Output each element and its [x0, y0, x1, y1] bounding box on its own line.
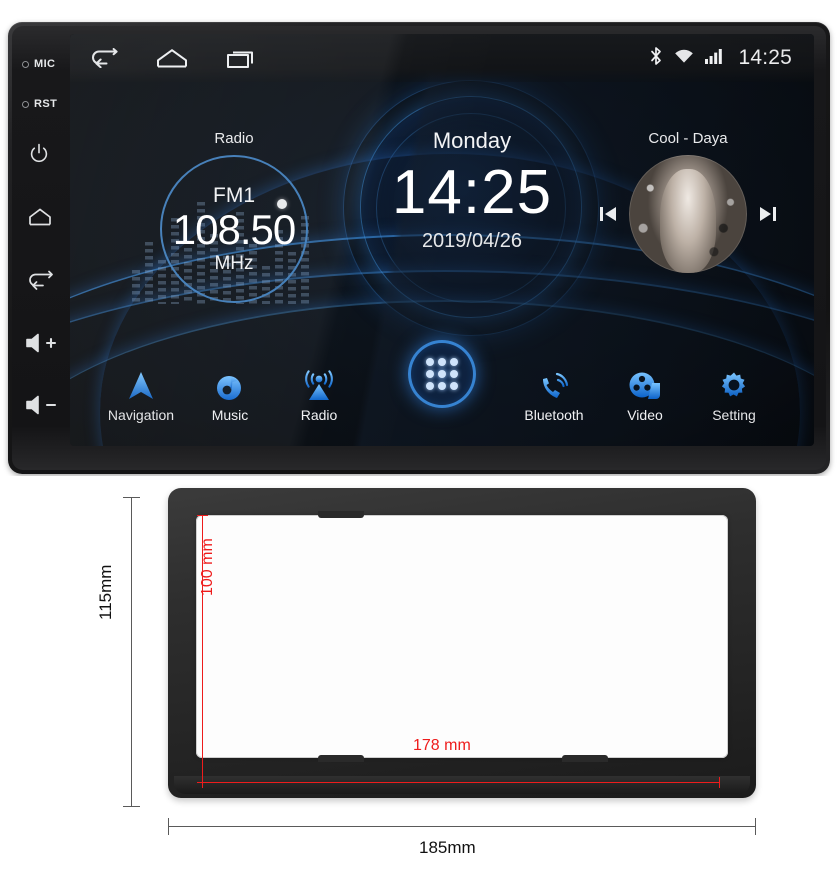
previous-track-icon[interactable] [597, 203, 619, 225]
apps-grid-dot [438, 370, 446, 378]
bezel-front-face [174, 776, 750, 794]
apps-grid-button[interactable] [408, 340, 476, 408]
back-arrow-icon[interactable] [88, 48, 118, 68]
reset-pinhole[interactable]: RST [22, 98, 76, 110]
radio-tuner-knob-icon[interactable] [277, 199, 287, 209]
music-controls-row [572, 155, 804, 273]
head-unit-device: MIC RST 14:25 Radio FM1 108.50 MHz Monda… [8, 22, 830, 474]
dock-item-setting[interactable]: Setting [687, 364, 781, 423]
apps-grid-dot [450, 358, 458, 366]
radio-widget[interactable]: Radio FM1 108.50 MHz [134, 130, 334, 303]
dimension-label-inner-width: 178 mm [413, 737, 471, 754]
volume-down-icon [25, 394, 59, 416]
dock-label-bluetooth: Bluetooth [524, 407, 584, 423]
dimension-label-outer-height: 115mm [96, 564, 115, 620]
music-widget[interactable]: Cool - Daya [572, 130, 804, 273]
dock-label-navigation: Navigation [107, 407, 175, 423]
dimension-line-outer-width [168, 818, 756, 835]
wifi-icon [674, 48, 694, 69]
dimension-line-inner-width [202, 777, 720, 788]
radio-antenna-icon [272, 364, 366, 402]
reset-pinhole-icon [22, 100, 29, 108]
dock-label-setting: Setting [712, 407, 756, 423]
home-pentagon-icon[interactable] [156, 48, 188, 69]
dock-label-music: Music [211, 407, 249, 423]
dock-label-radio: Radio [300, 407, 338, 423]
screenshot-root: MIC RST 14:25 Radio FM1 108.50 MHz Monda… [0, 0, 838, 871]
power-button[interactable] [22, 142, 76, 166]
status-clock: 14:25 [738, 46, 792, 69]
film-reel-icon [598, 364, 692, 402]
back-icon [25, 270, 53, 290]
bluetooth-phone-icon [507, 364, 601, 402]
signal-bars-icon [705, 48, 723, 69]
system-status-icons: 14:25 [649, 46, 792, 71]
music-note-icon [183, 364, 277, 402]
dock-item-bluetooth[interactable]: Bluetooth [507, 364, 601, 423]
dimension-label-outer-width: 185mm [419, 838, 476, 857]
side-key-column: MIC RST [22, 32, 76, 452]
navigation-arrow-icon [94, 364, 188, 402]
radio-frequency: 108.50 [172, 206, 296, 254]
dock-item-music[interactable]: Music [183, 364, 277, 423]
mic-pinhole: MIC [22, 58, 76, 70]
android-nav-buttons [88, 48, 258, 69]
apps-grid-dot [426, 370, 434, 378]
bluetooth-icon [649, 46, 663, 71]
apps-grid-dot [426, 358, 434, 366]
bezel-tab-bottom-left [318, 755, 364, 762]
album-art[interactable] [629, 155, 747, 273]
radio-frequency-unit: MHz [214, 252, 254, 274]
power-icon [27, 142, 51, 166]
back-button[interactable] [22, 270, 76, 290]
radio-dial[interactable]: FM1 108.50 MHz [160, 155, 308, 303]
apps-grid-dot [426, 382, 434, 390]
apps-grid-dot [438, 382, 446, 390]
music-track-title: Cool - Daya [648, 130, 728, 147]
apps-grid-dot [438, 358, 446, 366]
reset-label: RST [34, 98, 58, 110]
dimension-diagram [0, 476, 838, 871]
apps-grid-dot [450, 382, 458, 390]
dock-item-radio[interactable]: Radio [272, 364, 366, 423]
radio-widget-caption: Radio [214, 130, 254, 147]
bezel-tab-bottom-right [562, 755, 608, 762]
dock-label-video: Video [627, 407, 663, 423]
dimension-label-inner-height: 100 mm [199, 538, 216, 596]
dimension-line-outer-height [123, 497, 140, 807]
mic-label: MIC [34, 58, 56, 70]
dock-item-navigation[interactable]: Navigation [94, 364, 188, 423]
apps-grid-dot [450, 370, 458, 378]
volume-down-button[interactable] [22, 394, 76, 416]
home-icon [27, 206, 53, 228]
home-button[interactable] [22, 206, 76, 228]
recent-apps-icon[interactable] [226, 48, 258, 69]
status-bar: 14:25 [70, 34, 814, 82]
bezel-opening [196, 515, 728, 758]
next-track-icon[interactable] [757, 203, 779, 225]
gear-icon [687, 364, 781, 402]
touchscreen[interactable]: 14:25 Radio FM1 108.50 MHz Monday 14:25 … [70, 34, 814, 446]
radio-band: FM1 [213, 184, 255, 208]
dock-item-video[interactable]: Video [598, 364, 692, 423]
mic-pinhole-icon [22, 60, 29, 68]
app-dock: Navigation Music Radio Bluetooth Video S… [70, 340, 814, 438]
volume-up-icon [25, 332, 59, 354]
volume-up-button[interactable] [22, 332, 76, 354]
bezel-tab-top [318, 511, 364, 518]
